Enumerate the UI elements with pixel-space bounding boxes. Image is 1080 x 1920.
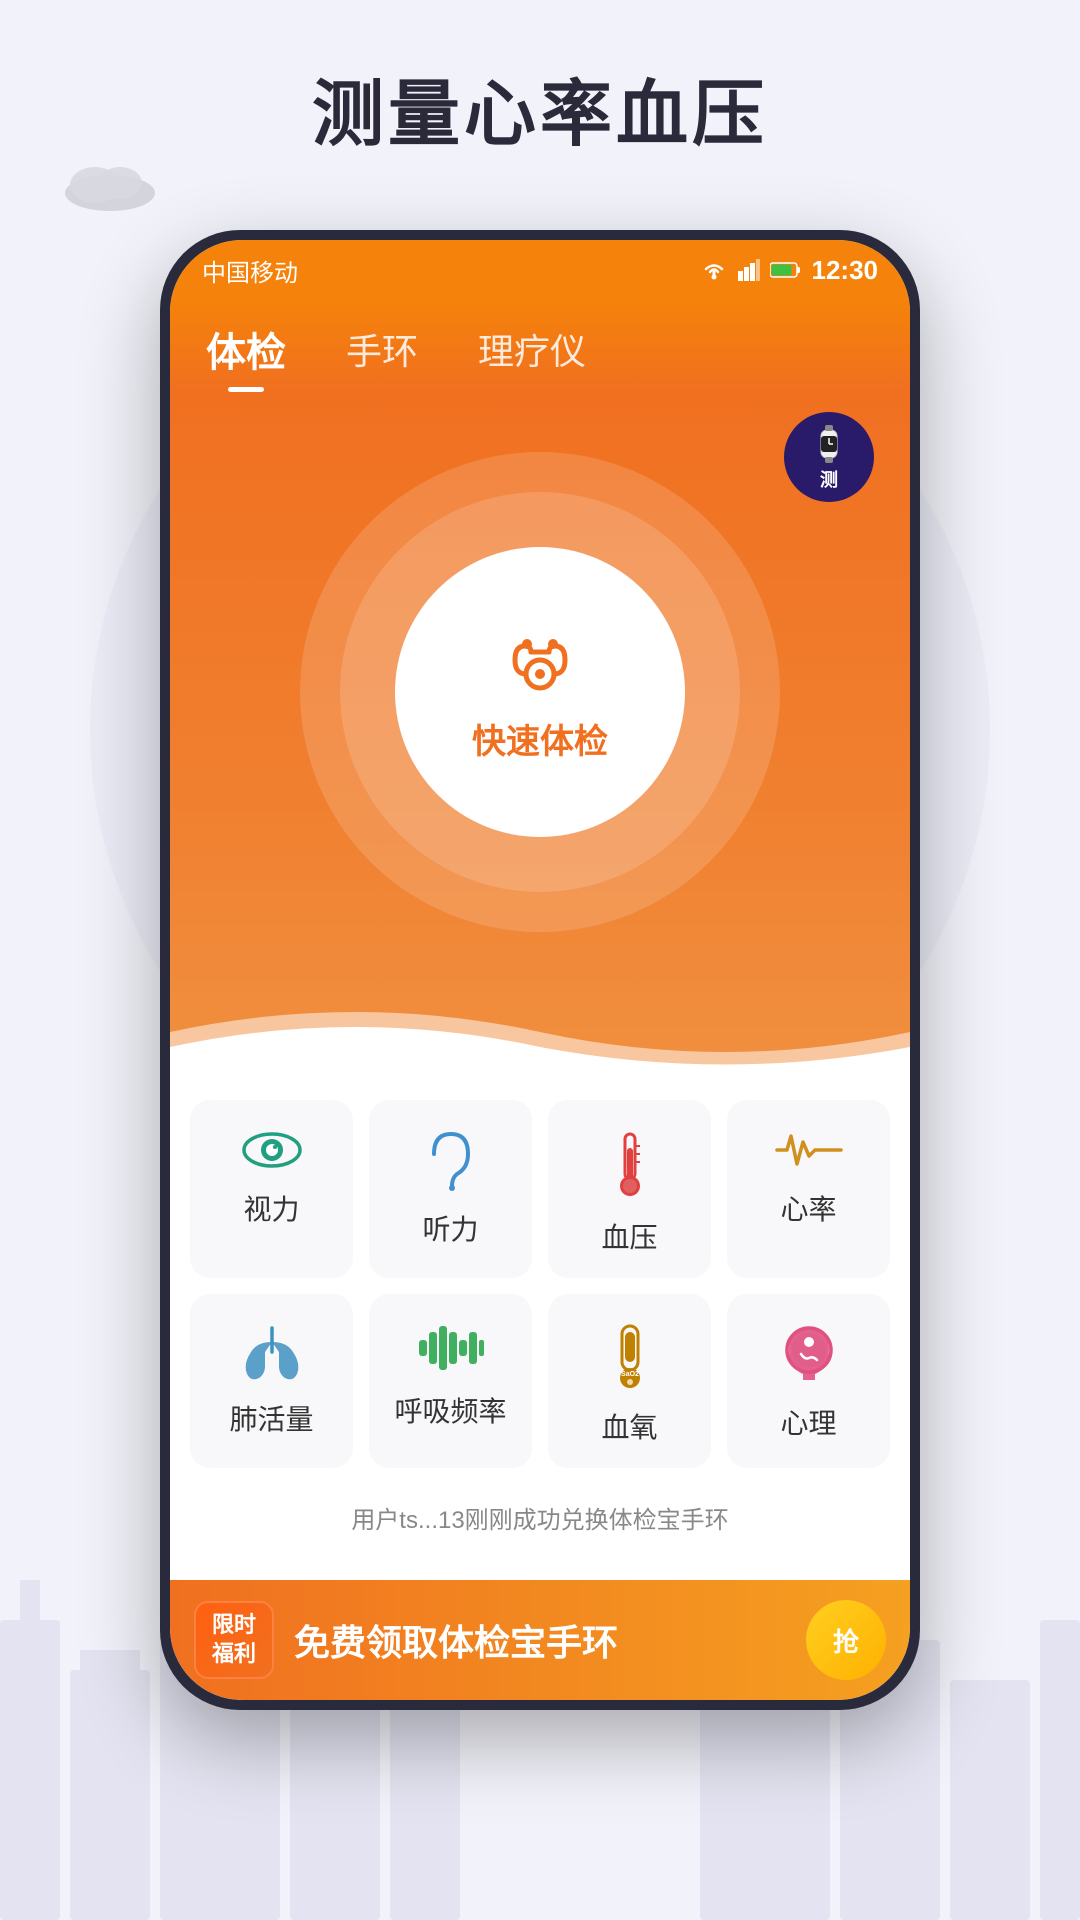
health-item-blood-oxygen[interactable]: SaO2 血氧 xyxy=(548,1294,711,1468)
health-item-mental[interactable]: 心理 xyxy=(727,1294,890,1468)
thermometer-icon xyxy=(610,1128,650,1200)
battery-icon xyxy=(770,261,802,279)
bottom-banner[interactable]: 限时 福利 免费领取体检宝手环 抢 xyxy=(170,1580,910,1700)
lung-icon xyxy=(237,1322,307,1382)
breath-label: 呼吸频率 xyxy=(394,1390,506,1430)
quick-exam-label: 快速体检 xyxy=(472,714,608,763)
tab-therapy[interactable]: 理疗仪 xyxy=(478,323,586,389)
tab-exam[interactable]: 体检 xyxy=(206,320,286,392)
banner-main-text: 免费领取体检宝手环 xyxy=(294,1614,806,1666)
pulse-ring-mid: 快速体检 xyxy=(340,492,740,892)
notification-bar: 用户ts...13刚刚成功兑换体检宝手环 xyxy=(190,1484,890,1551)
mental-label: 心理 xyxy=(780,1402,836,1442)
tab-band[interactable]: 手环 xyxy=(346,323,418,389)
wifi-icon xyxy=(700,259,728,281)
time-label: 12:30 xyxy=(812,255,879,286)
status-right: 12:30 xyxy=(700,255,879,286)
wristband-badge[interactable]: 测 xyxy=(784,412,874,502)
phone-screen: 中国移动 xyxy=(170,240,910,1700)
vision-icon xyxy=(240,1128,304,1172)
health-grid-row2: 肺活量 呼吸频率 xyxy=(190,1294,890,1468)
app-header: 体检 手环 理疗仪 xyxy=(170,300,910,392)
health-item-vision[interactable]: 视力 xyxy=(190,1100,353,1278)
status-bar: 中国移动 xyxy=(170,240,910,300)
health-item-heart-rate[interactable]: 心率 xyxy=(727,1100,890,1278)
page-title: 测量心率血压 xyxy=(0,55,1080,160)
svg-text:SaO2: SaO2 xyxy=(621,1371,639,1378)
grab-button[interactable]: 抢 xyxy=(806,1600,886,1680)
hearing-icon xyxy=(424,1128,478,1192)
health-item-breath[interactable]: 呼吸频率 xyxy=(369,1294,532,1468)
health-grid-row1: 视力 听力 xyxy=(190,1100,890,1278)
main-orange-area: 测 xyxy=(170,392,910,1072)
wave-divider xyxy=(170,992,910,1072)
hearing-label: 听力 xyxy=(422,1208,478,1248)
badge-label: 测 xyxy=(820,466,838,492)
watch-icon xyxy=(807,422,851,466)
carrier-label: 中国移动 xyxy=(202,253,298,288)
heart-rate-icon xyxy=(773,1128,845,1172)
quick-exam-button[interactable]: 快速体检 xyxy=(395,547,685,837)
phone-frame: 中国移动 xyxy=(160,230,920,1710)
vision-label: 视力 xyxy=(243,1188,299,1228)
health-item-hearing[interactable]: 听力 xyxy=(369,1100,532,1278)
badge-line2: 福利 xyxy=(210,1640,258,1669)
heart-rate-label: 心率 xyxy=(780,1188,836,1228)
stethoscope-icon xyxy=(495,622,585,702)
pulse-ring-outer: 快速体检 xyxy=(300,452,780,932)
lung-label: 肺活量 xyxy=(229,1398,313,1438)
white-content-area: 视力 听力 xyxy=(170,1072,910,1579)
blood-oxygen-label: 血氧 xyxy=(601,1406,657,1446)
health-item-blood-pressure[interactable]: 血压 xyxy=(548,1100,711,1278)
mental-icon xyxy=(779,1322,839,1386)
limited-time-badge: 限时 福利 xyxy=(194,1601,274,1678)
blood-pressure-label: 血压 xyxy=(601,1216,657,1256)
breath-icon xyxy=(415,1322,487,1374)
notification-text: 用户ts...13刚刚成功兑换体检宝手环 xyxy=(351,1507,728,1534)
cloud-icon xyxy=(55,155,165,215)
blood-oxygen-icon: SaO2 xyxy=(604,1322,656,1390)
signal-icon xyxy=(738,259,760,281)
tab-bar: 体检 手环 理疗仪 xyxy=(206,320,874,392)
health-item-lung[interactable]: 肺活量 xyxy=(190,1294,353,1468)
badge-line1: 限时 xyxy=(210,1611,258,1640)
